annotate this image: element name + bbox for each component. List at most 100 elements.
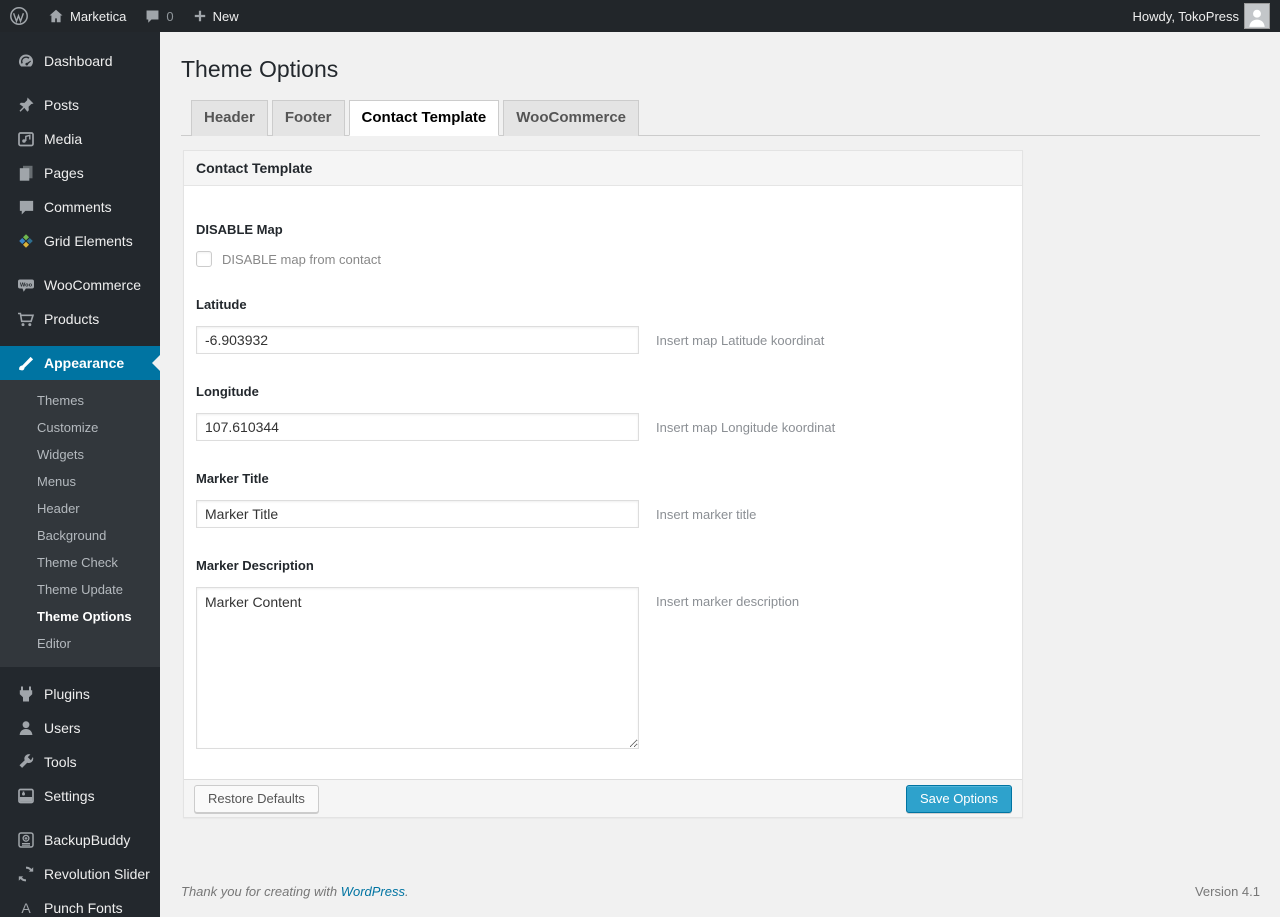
new-label: New — [212, 8, 239, 24]
comment-count: 0 — [166, 8, 174, 24]
avatar — [1244, 3, 1270, 29]
wordpress-logo-icon — [9, 6, 29, 26]
tab-contact-template[interactable]: Contact Template — [348, 100, 500, 136]
sidebar-item-products[interactable]: Products — [0, 302, 160, 336]
tab-footer[interactable]: Footer — [271, 100, 345, 136]
settings-icon — [8, 786, 44, 806]
main-content: Theme Options Header Footer Contact Temp… — [160, 32, 1280, 917]
marker-description-section: Marker Description Marker Content Insert… — [196, 558, 1010, 749]
longitude-helper: Insert map Longitude koordinat — [656, 420, 836, 435]
latitude-section: Latitude Insert map Latitude koordinat — [196, 297, 1010, 354]
sidebar-item-backupbuddy[interactable]: BackupBuddy — [0, 823, 160, 857]
account-menu[interactable]: Howdy, TokoPress — [1123, 0, 1280, 32]
latitude-label: Latitude — [196, 297, 247, 312]
wrench-icon — [8, 752, 44, 772]
submenu-item-theme-check[interactable]: Theme Check — [0, 549, 160, 576]
disable-map-checkbox[interactable] — [196, 251, 212, 267]
letter-a-icon: A — [8, 898, 44, 917]
admin-bar: Marketica 0 New Howdy, TokoPress — [0, 0, 1280, 32]
disable-map-checkbox-label[interactable]: DISABLE map from contact — [222, 252, 381, 267]
sidebar-item-media[interactable]: Media — [0, 122, 160, 156]
sidebar-item-label: Settings — [44, 788, 95, 804]
admin-bar-right: Howdy, TokoPress — [1123, 0, 1280, 32]
refresh-icon — [8, 864, 44, 884]
marker-description-textarea[interactable]: Marker Content — [196, 587, 639, 749]
longitude-section: Longitude Insert map Longitude koordinat — [196, 384, 1010, 441]
media-icon — [8, 129, 44, 149]
menu-separator — [0, 667, 160, 677]
new-content-menu[interactable]: New — [183, 0, 248, 32]
woocommerce-icon: Woo — [8, 275, 44, 295]
marker-title-input[interactable] — [196, 500, 639, 528]
sidebar-item-revolution-slider[interactable]: Revolution Slider — [0, 857, 160, 891]
sidebar-item-tools[interactable]: Tools — [0, 745, 160, 779]
submenu-item-theme-options[interactable]: Theme Options — [0, 603, 160, 630]
sidebar-item-appearance[interactable]: Appearance — [0, 346, 160, 380]
tab-header[interactable]: Header — [191, 100, 268, 136]
sidebar-item-label: Pages — [44, 165, 84, 181]
dashboard-icon — [8, 51, 44, 71]
panel-title: Contact Template — [184, 151, 1022, 186]
marker-description-helper: Insert marker description — [656, 594, 800, 609]
backup-icon — [8, 830, 44, 850]
marker-title-section: Marker Title Insert marker title — [196, 471, 1010, 528]
sidebar-item-grid-elements[interactable]: Grid Elements — [0, 224, 160, 258]
marker-description-row: Marker Content Insert marker description — [196, 587, 1010, 749]
submenu-item-customize[interactable]: Customize — [0, 414, 160, 441]
version-label: Version 4.1 — [1194, 884, 1260, 899]
pushpin-icon — [8, 95, 44, 115]
menu-separator — [0, 78, 160, 88]
sidebar-item-users[interactable]: Users — [0, 711, 160, 745]
plugin-icon — [8, 684, 44, 704]
pages-icon — [8, 163, 44, 183]
latitude-input[interactable] — [196, 326, 639, 354]
sidebar-item-label: Punch Fonts — [44, 900, 123, 916]
plus-icon — [192, 8, 208, 24]
sidebar-item-plugins[interactable]: Plugins — [0, 677, 160, 711]
howdy-label: Howdy, TokoPress — [1132, 8, 1239, 24]
save-options-button[interactable]: Save Options — [905, 784, 1012, 813]
submenu-item-menus[interactable]: Menus — [0, 468, 160, 495]
contact-template-panel: Contact Template DISABLE Map DISABLE map… — [183, 150, 1023, 818]
sidebar-item-label: Users — [44, 720, 81, 736]
submenu-item-editor[interactable]: Editor — [0, 630, 160, 657]
sidebar-item-label: WooCommerce — [44, 277, 141, 293]
submenu-item-themes[interactable]: Themes — [0, 387, 160, 414]
sidebar-item-label: Posts — [44, 97, 80, 113]
site-name-menu[interactable]: Marketica — [38, 0, 135, 32]
submenu-item-background[interactable]: Background — [0, 522, 160, 549]
tab-woocommerce[interactable]: WooCommerce — [503, 100, 640, 136]
sidebar-item-punch-fonts[interactable]: A Punch Fonts — [0, 891, 160, 917]
comments-menu[interactable]: 0 — [135, 0, 182, 32]
submenu-item-header[interactable]: Header — [0, 495, 160, 522]
svg-text:A: A — [21, 900, 31, 916]
sidebar-item-label: Tools — [44, 754, 77, 770]
wordpress-logo-menu[interactable] — [0, 0, 38, 32]
comment-bubble-icon — [144, 8, 161, 25]
disable-map-label: DISABLE Map — [196, 222, 283, 237]
footer-thanks-prefix: Thank you for creating with — [181, 884, 341, 899]
sidebar-item-settings[interactable]: Settings — [0, 779, 160, 813]
admin-sidebar: Dashboard Posts Media Pages Comments Gri… — [0, 32, 160, 917]
appearance-submenu: Themes Customize Widgets Menus Header Ba… — [0, 380, 160, 667]
sidebar-item-label: Media — [44, 131, 83, 147]
sidebar-item-label: BackupBuddy — [44, 832, 131, 848]
restore-defaults-button[interactable]: Restore Defaults — [194, 784, 319, 813]
longitude-input[interactable] — [196, 413, 639, 441]
sidebar-item-posts[interactable]: Posts — [0, 88, 160, 122]
latitude-helper: Insert map Latitude koordinat — [656, 333, 825, 348]
submenu-item-widgets[interactable]: Widgets — [0, 441, 160, 468]
wordpress-link[interactable]: WordPress — [341, 884, 405, 899]
sidebar-item-pages[interactable]: Pages — [0, 156, 160, 190]
sidebar-item-label: Products — [44, 311, 100, 327]
home-icon — [47, 7, 65, 25]
footer-thanks: Thank you for creating with WordPress. — [181, 884, 409, 899]
sidebar-item-woocommerce[interactable]: Woo WooCommerce — [0, 268, 160, 302]
sidebar-item-label: Plugins — [44, 686, 90, 702]
sidebar-item-dashboard[interactable]: Dashboard — [0, 44, 160, 78]
submenu-item-theme-update[interactable]: Theme Update — [0, 576, 160, 603]
sidebar-item-comments[interactable]: Comments — [0, 190, 160, 224]
sidebar-item-label: Grid Elements — [44, 233, 133, 249]
panel-footer: Restore Defaults Save Options — [184, 779, 1022, 817]
menu-separator — [0, 336, 160, 346]
